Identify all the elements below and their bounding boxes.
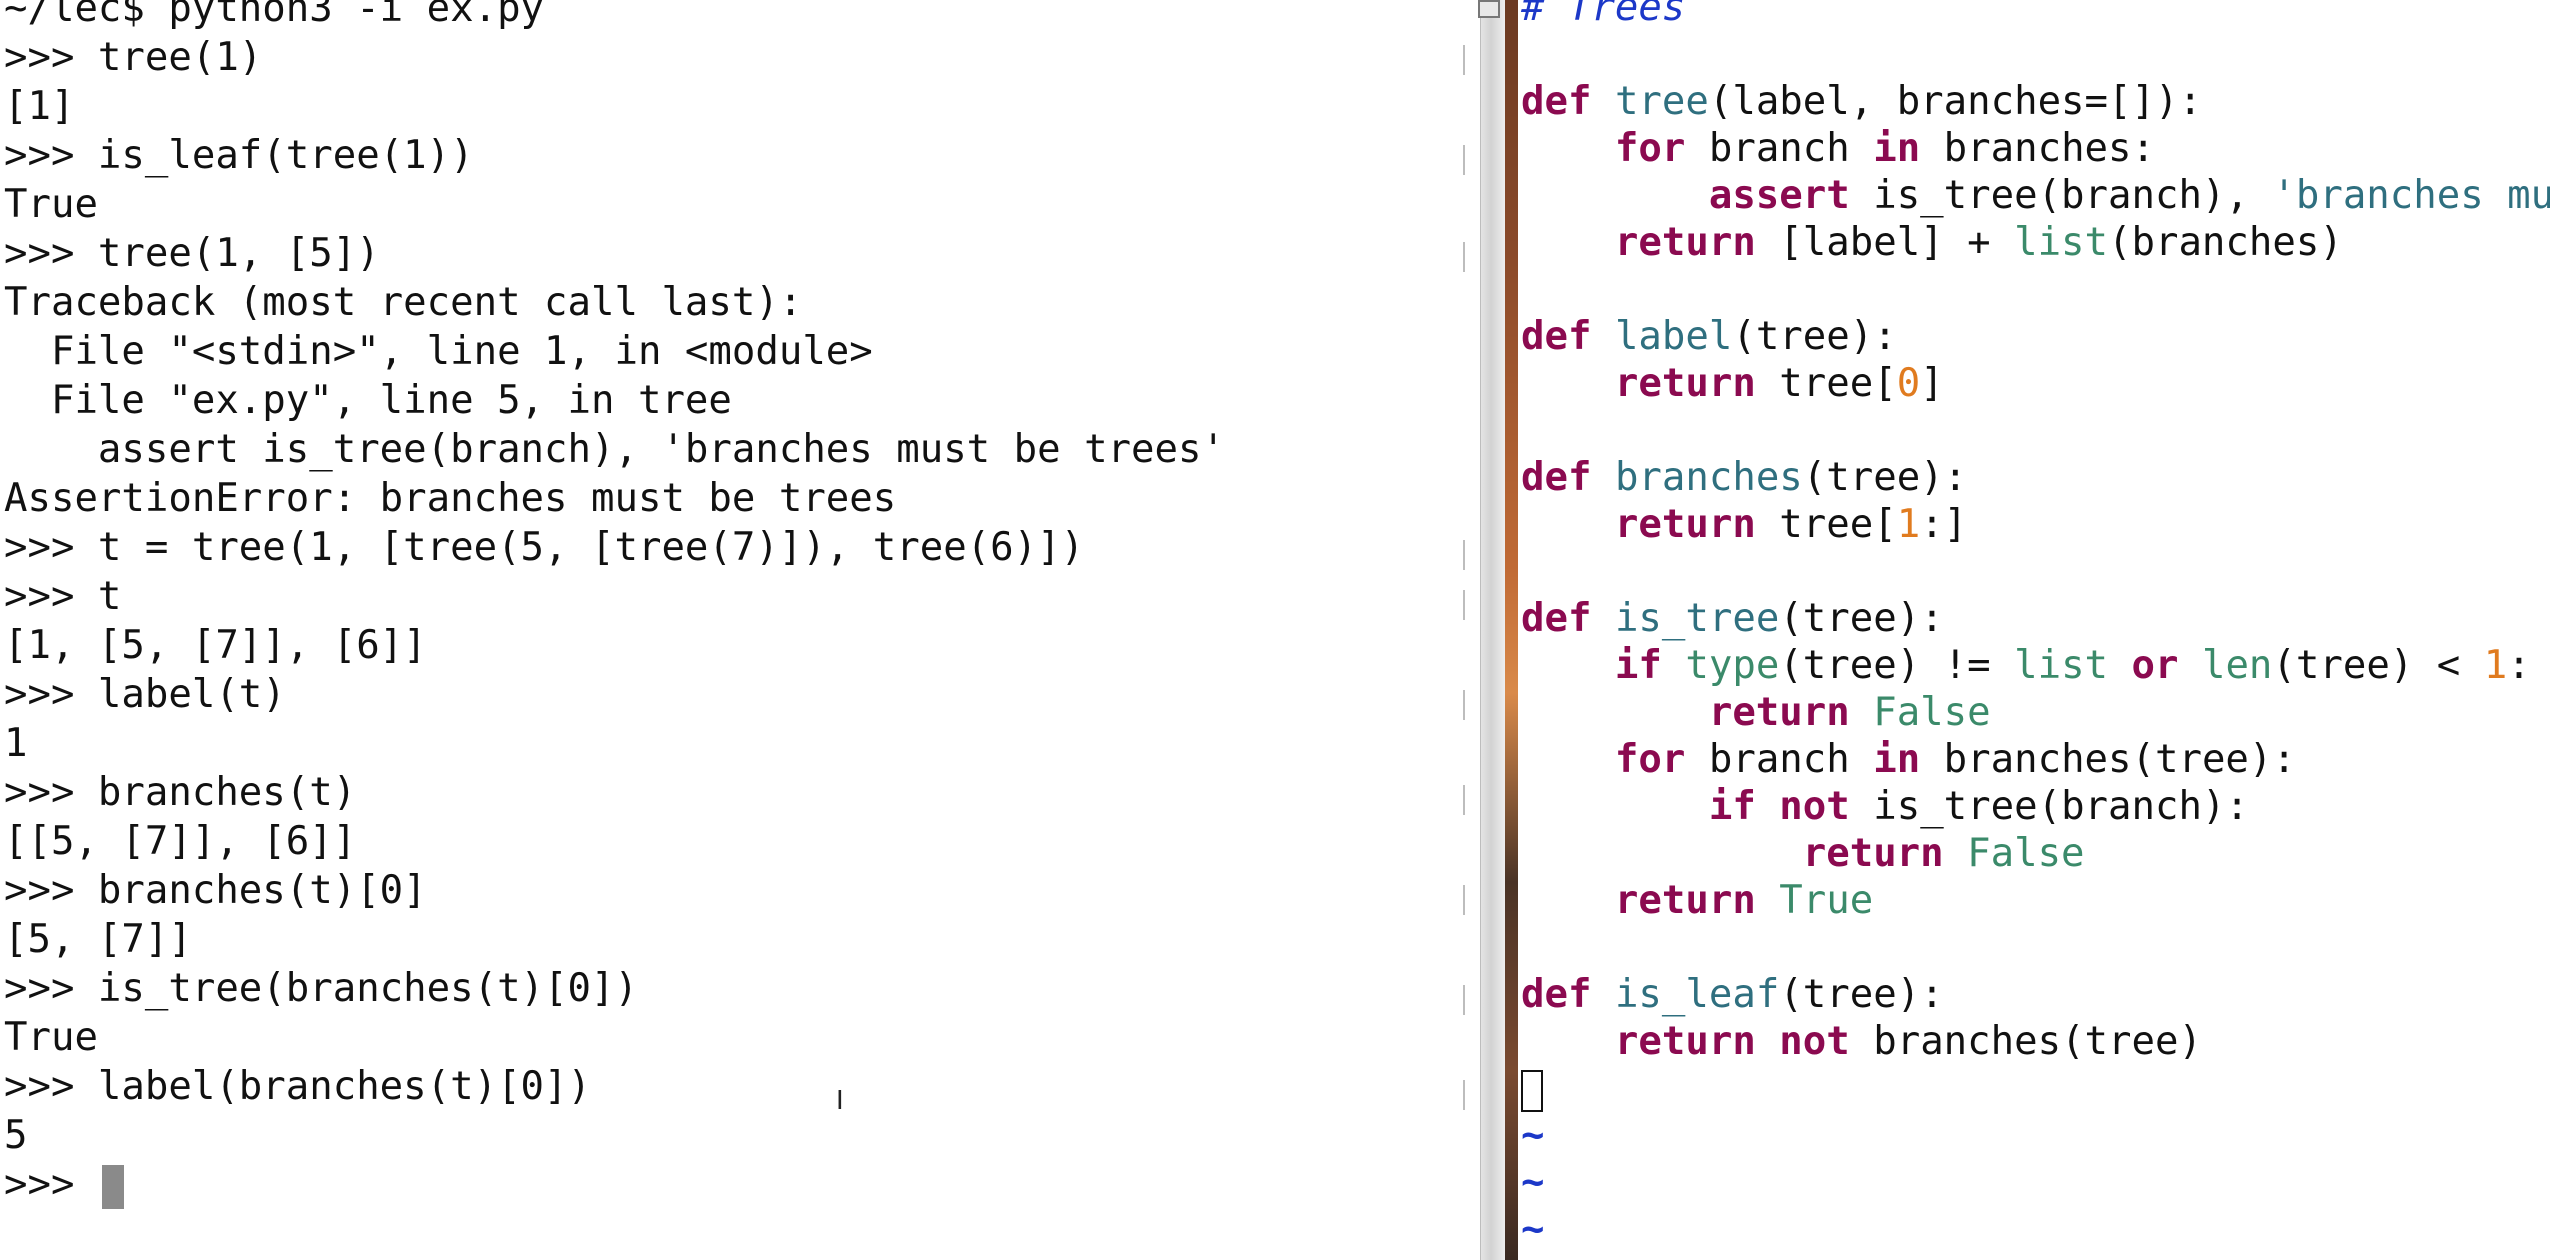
code-line: return [label] + list(branches) <box>1614 220 2343 265</box>
terminal-line: >>> is_tree(branches(t)[0]) <box>4 966 638 1011</box>
terminal-gutter-mark <box>1463 985 1468 1015</box>
terminal-line: assert is_tree(branch), 'branches must b… <box>4 427 1225 472</box>
pane-split-handle[interactable] <box>1478 0 1500 18</box>
editor-cursor-line[interactable] <box>1521 1065 2550 1112</box>
pane-divider[interactable] <box>1480 0 1507 1260</box>
terminal-line: [1] <box>4 84 75 129</box>
terminal-line: [[5, [7]], [6]] <box>4 819 357 864</box>
terminal-line: >>> label(t) <box>4 672 286 717</box>
terminal-line: >>> branches(t)[0] <box>4 868 427 913</box>
code-line: def branches(tree): <box>1521 455 1968 500</box>
ibeam-cursor-icon: I <box>836 1086 844 1116</box>
editor-pane[interactable]: # Trees def tree(label, branches=[]): fo… <box>1518 0 2550 1260</box>
terminal-line: >>> t <box>4 574 122 619</box>
code-blank-line <box>1521 31 2550 78</box>
code-comment: # Trees <box>1521 0 1686 30</box>
terminal-gutter-mark <box>1463 242 1468 272</box>
terminal-gutter-mark <box>1463 45 1468 75</box>
code-line: def label(tree): <box>1521 314 1897 359</box>
code-line: return tree[1:] <box>1614 502 1968 547</box>
code-blank-line <box>1521 924 2550 971</box>
terminal-gutter-mark <box>1463 1080 1468 1110</box>
terminal-line: >>> branches(t) <box>4 770 357 815</box>
terminal-line: ~/lec$ python3 -i ex.py <box>4 0 545 31</box>
terminal-line: Traceback (most recent call last): <box>4 280 803 325</box>
terminal-line: [5, [7]] <box>4 917 192 962</box>
terminal-pane[interactable]: ~/lec$ python3 -i ex.py >>> tree(1) [1] … <box>0 0 1480 1260</box>
code-blank-line <box>1521 407 2550 454</box>
empty-line-marker: ~ <box>1521 1207 1545 1252</box>
terminal-line: 5 <box>4 1113 28 1158</box>
code-blank-line <box>1521 266 2550 313</box>
code-line: return False <box>1802 831 2085 876</box>
empty-line-marker: ~ <box>1521 1160 1545 1205</box>
code-line: return True <box>1614 878 1874 923</box>
code-line: def tree(label, branches=[]): <box>1521 79 2202 124</box>
terminal-prompt-line[interactable]: >>> <box>4 1160 1225 1209</box>
terminal-line: [1, [5, [7]], [6]] <box>4 623 427 668</box>
terminal-cursor <box>101 1164 124 1209</box>
terminal-gutter-mark <box>1463 785 1468 815</box>
code-line: for branch in branches: <box>1614 126 2155 171</box>
terminal-line: >>> label(branches(t)[0]) <box>4 1064 591 1109</box>
terminal-line: File "<stdin>", line 1, in <module> <box>4 329 873 374</box>
terminal-line: 1 <box>4 721 28 766</box>
code-line: return False <box>1708 690 1991 735</box>
code-line: return not branches(tree) <box>1614 1019 2202 1064</box>
terminal-gutter-mark <box>1463 885 1468 915</box>
terminal-line: >>> tree(1, [5]) <box>4 231 380 276</box>
code-line: if not is_tree(branch): <box>1708 784 2249 829</box>
terminal-output: ~/lec$ python3 -i ex.py >>> tree(1) [1] … <box>4 0 1225 1209</box>
terminal-line: AssertionError: branches must be trees <box>4 476 897 521</box>
code-line: for branch in branches(tree): <box>1614 737 2296 782</box>
terminal-line: True <box>4 182 98 227</box>
code-line: def is_tree(tree): <box>1521 596 1944 641</box>
terminal-line: >>> tree(1) <box>4 35 263 80</box>
editor-buffer: # Trees def tree(label, branches=[]): fo… <box>1521 0 2550 1253</box>
code-line: if type(tree) != list or len(tree) < 1: <box>1614 643 2531 688</box>
terminal-prompt: >>> <box>4 1162 98 1207</box>
terminal-line: >>> t = tree(1, [tree(5, [tree(7)]), tre… <box>4 525 1085 570</box>
terminal-gutter-mark <box>1463 540 1468 570</box>
terminal-gutter-mark <box>1463 690 1468 720</box>
terminal-line: >>> is_leaf(tree(1)) <box>4 133 474 178</box>
code-blank-line <box>1521 548 2550 595</box>
editor-cursor <box>1521 1069 1543 1112</box>
terminal-line: File "ex.py", line 5, in tree <box>4 378 732 423</box>
terminal-gutter-mark <box>1463 145 1468 175</box>
terminal-line: True <box>4 1015 98 1060</box>
terminal-gutter-mark <box>1463 590 1468 620</box>
desktop-background-strip <box>1505 0 1518 1260</box>
code-line: return tree[0] <box>1614 361 1944 406</box>
empty-line-marker: ~ <box>1521 1113 1545 1158</box>
code-line: def is_leaf(tree): <box>1521 972 1944 1017</box>
code-line: assert is_tree(branch), 'branches mu <box>1708 173 2550 218</box>
